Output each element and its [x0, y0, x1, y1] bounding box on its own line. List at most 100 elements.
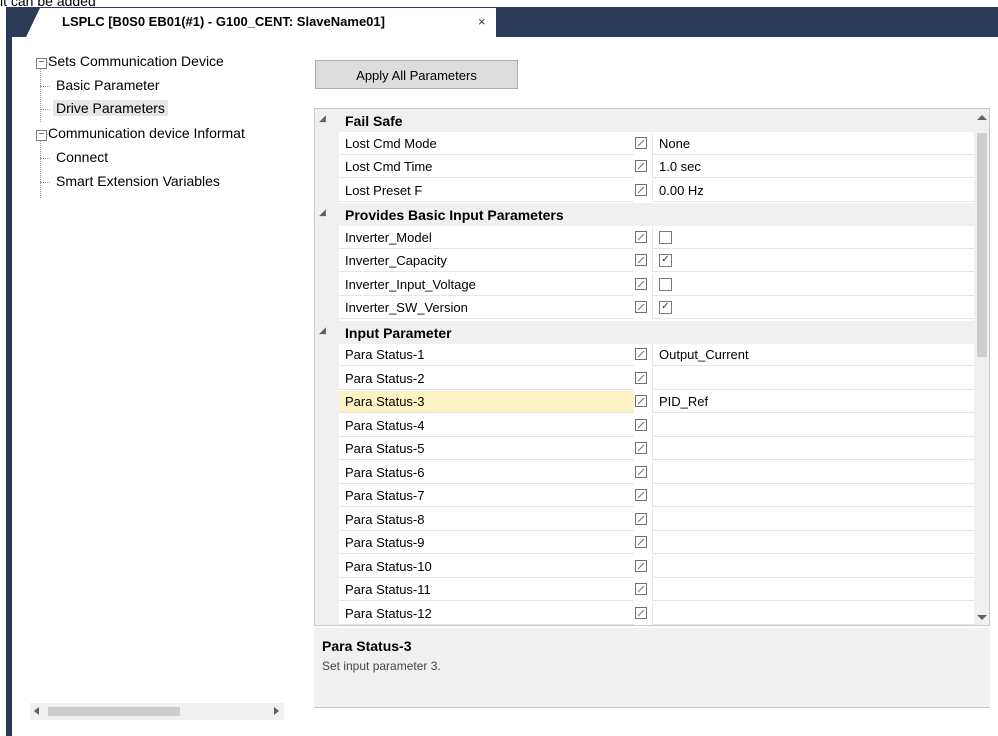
property-value[interactable] [652, 461, 974, 484]
property-row[interactable]: Para Status-5 [315, 438, 974, 461]
property-name[interactable]: Para Status-11 [339, 579, 634, 601]
property-value[interactable] [652, 508, 974, 531]
checked-checkbox[interactable]: ✓ [659, 301, 672, 315]
property-value[interactable]: PID_Ref [652, 391, 974, 413]
property-name[interactable]: Lost Cmd Time [339, 156, 634, 178]
tree-horizontal-scrollbar[interactable] [30, 703, 284, 720]
category-basic-input[interactable]: ◢ Provides Basic Input Parameters [315, 203, 974, 226]
property-value[interactable]: 1.0 sec [652, 156, 974, 178]
edit-icon[interactable] [635, 395, 647, 407]
property-name[interactable]: Inverter_Model [339, 227, 634, 249]
edit-icon[interactable] [635, 371, 647, 384]
edit-icon[interactable] [635, 512, 647, 525]
property-row[interactable]: Inverter_Capacity ✓ [315, 250, 974, 273]
property-value[interactable]: 0.00 Hz [652, 179, 974, 202]
edit-icon[interactable] [635, 418, 647, 431]
collapse-category-icon[interactable]: ◢ [319, 207, 326, 218]
property-checkbox-cell[interactable]: ✓ [652, 297, 974, 319]
tree-node-basic-parameter[interactable]: Basic Parameter [56, 77, 159, 93]
scroll-up-arrow-icon[interactable] [977, 115, 987, 120]
property-value[interactable] [652, 555, 974, 578]
property-value[interactable] [652, 532, 974, 554]
property-name[interactable]: Para Status-5 [339, 438, 634, 460]
scrollbar-thumb[interactable] [977, 133, 987, 357]
property-row[interactable]: Para Status-6 [315, 461, 974, 485]
edit-icon[interactable] [635, 465, 647, 478]
edit-icon[interactable] [635, 559, 647, 572]
edit-icon[interactable] [635, 136, 647, 149]
property-checkbox-cell[interactable]: ✓ [652, 250, 974, 272]
property-row[interactable]: Para Status-1 Output_Current [315, 344, 974, 367]
edit-icon[interactable] [635, 583, 647, 595]
property-value[interactable] [652, 414, 974, 437]
property-row[interactable]: Para Status-4 [315, 414, 974, 438]
unchecked-checkbox[interactable] [659, 277, 672, 291]
property-name[interactable]: Para Status-2 [339, 368, 634, 390]
property-grid-vertical-scrollbar[interactable] [974, 109, 989, 625]
tab-close-icon[interactable]: × [478, 14, 486, 29]
edit-icon[interactable] [635, 442, 647, 454]
scroll-right-arrow-icon[interactable] [274, 707, 279, 715]
property-row[interactable]: Para Status-11 [315, 579, 974, 602]
apply-all-parameters-button[interactable]: Apply All Parameters [315, 60, 518, 89]
property-row[interactable]: Para Status-3 PID_Ref [315, 391, 974, 414]
tree-node-drive-parameters[interactable]: Drive Parameters [53, 100, 168, 116]
tree-node-sets-communication-device[interactable]: Sets Communication Device [48, 53, 224, 69]
property-name[interactable]: Para Status-10 [339, 556, 634, 578]
collapse-category-icon[interactable]: ◢ [319, 325, 326, 336]
scroll-left-arrow-icon[interactable] [34, 707, 39, 715]
property-value[interactable] [652, 579, 974, 601]
property-name[interactable]: Para Status-4 [339, 415, 634, 437]
property-value[interactable] [652, 367, 974, 390]
property-row[interactable]: Inverter_SW_Version ✓ [315, 297, 974, 320]
tree-node-connect[interactable]: Connect [56, 149, 108, 165]
property-value[interactable] [652, 438, 974, 460]
property-name[interactable]: Inverter_Input_Voltage [339, 274, 634, 296]
edit-icon[interactable] [635, 348, 647, 360]
property-name[interactable]: Inverter_Capacity [339, 250, 634, 272]
property-name[interactable]: Para Status-1 [339, 344, 634, 366]
property-value[interactable] [652, 602, 974, 625]
property-name[interactable]: Para Status-9 [339, 532, 634, 554]
edit-icon[interactable] [635, 301, 647, 313]
property-row[interactable]: Para Status-7 [315, 485, 974, 508]
property-name[interactable]: Para Status-8 [339, 509, 634, 531]
property-value[interactable]: None [652, 132, 974, 155]
edit-icon[interactable] [635, 230, 647, 243]
property-name[interactable]: Para Status-3 [339, 391, 634, 413]
edit-icon[interactable] [635, 254, 647, 266]
scrollbar-thumb[interactable] [48, 707, 180, 716]
property-row[interactable]: Para Status-8 [315, 508, 974, 532]
property-row[interactable]: Para Status-10 [315, 555, 974, 579]
property-name[interactable]: Lost Cmd Mode [339, 133, 634, 155]
property-checkbox-cell[interactable] [652, 273, 974, 296]
checked-checkbox[interactable]: ✓ [659, 254, 672, 268]
property-checkbox-cell[interactable] [652, 226, 974, 249]
property-name[interactable]: Inverter_SW_Version [339, 297, 634, 319]
property-row[interactable]: Lost Cmd Mode None [315, 132, 974, 156]
collapse-category-icon[interactable]: ◢ [319, 113, 326, 124]
property-name[interactable]: Lost Preset F [339, 180, 634, 202]
property-row[interactable]: Inverter_Input_Voltage [315, 273, 974, 297]
property-row[interactable]: Lost Cmd Time 1.0 sec [315, 156, 974, 179]
collapse-icon[interactable]: − [36, 58, 47, 69]
property-name[interactable]: Para Status-7 [339, 485, 634, 507]
tree-node-communication-device-information[interactable]: Communication device Informat [48, 125, 245, 141]
category-fail-safe[interactable]: ◢ Fail Safe [315, 109, 974, 132]
property-row[interactable]: Lost Preset F 0.00 Hz [315, 179, 974, 203]
property-row[interactable]: Inverter_Model [315, 226, 974, 250]
property-name[interactable]: Para Status-6 [339, 462, 634, 484]
property-value[interactable]: Output_Current [652, 344, 974, 366]
tree-node-smart-extension-variables[interactable]: Smart Extension Variables [56, 173, 220, 189]
property-row[interactable]: Para Status-9 [315, 532, 974, 555]
category-input-parameter[interactable]: ◢ Input Parameter [315, 320, 974, 344]
scroll-down-arrow-icon[interactable] [977, 615, 987, 620]
property-value[interactable] [652, 485, 974, 507]
edit-icon[interactable] [635, 489, 647, 501]
edit-icon[interactable] [635, 606, 647, 619]
edit-icon[interactable] [635, 160, 647, 172]
collapse-icon[interactable]: − [36, 130, 47, 141]
edit-icon[interactable] [635, 183, 647, 196]
unchecked-checkbox[interactable] [659, 230, 672, 244]
edit-icon[interactable] [635, 277, 647, 290]
